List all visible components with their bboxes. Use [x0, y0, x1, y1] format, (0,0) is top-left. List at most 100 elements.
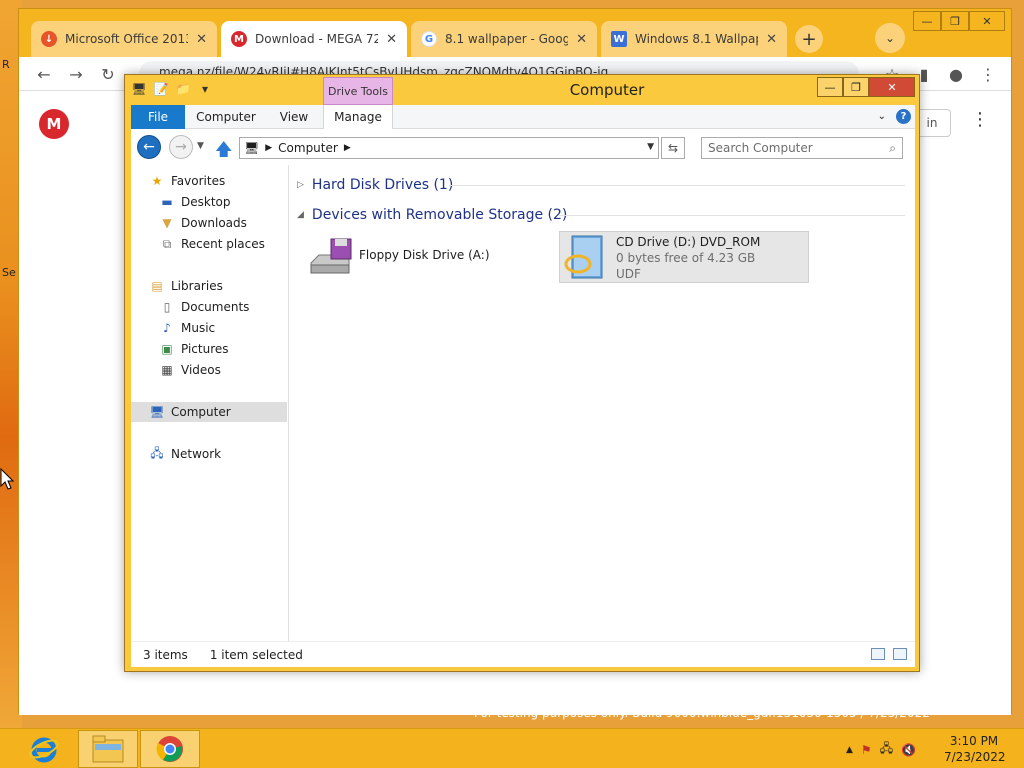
status-selection: 1 item selected	[209, 647, 303, 662]
close-icon[interactable]: ✕	[576, 32, 587, 47]
expand-ribbon-icon[interactable]: ⌄	[878, 111, 886, 122]
clock[interactable]: 3:10 PM 7/23/2022	[944, 733, 1006, 765]
nav-label: Pictures	[181, 342, 229, 356]
back-arrow-icon[interactable]: ←	[137, 135, 161, 159]
group-hard-disk-drives[interactable]: ▷ Hard Disk Drives (1)	[297, 175, 453, 195]
tab-view[interactable]: View	[269, 105, 319, 129]
close-icon[interactable]: ✕	[386, 32, 397, 47]
more-options-icon[interactable]: ⋮	[971, 109, 989, 130]
nav-item-computer[interactable]: 🖥 Computer	[131, 402, 287, 422]
chrome-tab-strip: ↓ Microsoft Office 2013 F ✕ M Download -…	[19, 9, 1011, 59]
refresh-icon[interactable]: ⇆	[661, 137, 685, 159]
forward-arrow-icon[interactable]: →	[169, 135, 193, 159]
tab-mega-download[interactable]: M Download - MEGA 72% ✕	[221, 21, 407, 57]
nav-item-pictures[interactable]: ▣ Pictures	[159, 339, 229, 359]
search-input[interactable]: Search Computer ⌕	[701, 137, 903, 159]
chrome-icon	[156, 736, 183, 762]
drive-cd[interactable]: CD Drive (D:) DVD_ROM 0 bytes free of 4.…	[559, 231, 809, 283]
group-label: Hard Disk Drives (1)	[311, 177, 454, 193]
clock-date: 7/23/2022	[944, 750, 1006, 764]
documents-icon: ▯	[163, 300, 171, 314]
address-history-icon[interactable]: ▼	[647, 142, 654, 152]
recent-locations-icon[interactable]: ▼	[197, 141, 204, 151]
internet-explorer-icon	[29, 737, 59, 763]
clock-time: 3:10 PM	[949, 734, 999, 748]
nav-item-desktop[interactable]: ▬ Desktop	[159, 192, 230, 212]
search-placeholder: Search Computer	[708, 141, 813, 155]
large-icons-view-icon[interactable]	[893, 648, 907, 660]
nav-item-recent-places[interactable]: ⧉ Recent places	[159, 234, 265, 254]
address-toolbar: ← → ▼ 🡅 🖥 ▶ Computer ▶ ▼ ⇆ Search Comput…	[131, 129, 915, 165]
file-explorer-icon	[92, 735, 124, 763]
chrome-close-button[interactable]: ✕	[969, 11, 1005, 31]
details-view-icon[interactable]	[871, 648, 885, 660]
tab-computer[interactable]: Computer	[191, 105, 261, 129]
tab-google-search[interactable]: G 8.1 wallpaper - Google ✕	[411, 21, 597, 57]
taskbar-internet-explorer[interactable]	[14, 730, 74, 768]
system-tray: ▲ ⚑ 🖧 🔇	[846, 739, 916, 760]
nav-item-downloads[interactable]: ▼ Downloads	[159, 213, 247, 233]
chrome-menu-icon[interactable]: ⋮	[977, 63, 999, 85]
status-item-count: 3 items	[143, 647, 188, 662]
forward-arrow-icon[interactable]: →	[65, 63, 87, 85]
profile-avatar-icon[interactable]: ●	[945, 63, 967, 85]
volume-muted-icon[interactable]: 🔇	[901, 743, 916, 757]
group-divider	[559, 215, 905, 216]
close-icon[interactable]: ✕	[766, 32, 777, 47]
network-icon: 🖧	[150, 445, 164, 460]
taskbar-chrome[interactable]	[140, 730, 200, 768]
desktop-icon-label[interactable]: R	[2, 58, 10, 71]
breadcrumb-computer[interactable]: Computer	[278, 141, 338, 155]
drive-floppy[interactable]: Floppy Disk Drive (A:)	[307, 233, 547, 283]
nav-label: Recent places	[181, 237, 265, 251]
up-arrow-icon[interactable]: 🡅	[215, 137, 232, 166]
expanded-triangle-icon: ◢	[297, 210, 304, 220]
google-icon: G	[421, 31, 437, 47]
explorer-maximize-button[interactable]: ❐	[843, 77, 869, 97]
desktop-icon: ▬	[161, 195, 173, 209]
tab-manage[interactable]: Manage	[323, 105, 393, 129]
breadcrumb-separator-icon[interactable]: ▶	[344, 143, 351, 153]
desktop-icon-label[interactable]: Se	[2, 266, 16, 279]
nav-item-network[interactable]: 🖧 Network	[149, 444, 221, 464]
back-arrow-icon[interactable]: ←	[33, 63, 55, 85]
explorer-minimize-button[interactable]: —	[817, 77, 843, 97]
tab-office-download[interactable]: ↓ Microsoft Office 2013 F ✕	[31, 21, 217, 57]
show-hidden-icons-icon[interactable]: ▲	[846, 745, 853, 755]
libraries-icon: ▤	[151, 279, 163, 293]
tab-search-button[interactable]: ⌄	[875, 23, 905, 53]
explorer-close-button[interactable]: ✕	[869, 77, 915, 97]
network-tray-icon[interactable]: 🖧	[880, 739, 893, 760]
help-icon[interactable]: ?	[896, 109, 911, 124]
mega-icon: M	[231, 31, 247, 47]
tab-title: 8.1 wallpaper - Google	[445, 32, 569, 46]
star-icon: ★	[151, 174, 163, 188]
chrome-minimize-button[interactable]: —	[913, 11, 941, 31]
ribbon-right-controls: ⌄ ?	[878, 109, 911, 124]
tab-windows-wallpaper[interactable]: W Windows 8.1 Wallpaper ✕	[601, 21, 787, 57]
breadcrumb-separator-icon[interactable]: ▶	[265, 143, 272, 153]
new-tab-button[interactable]: +	[795, 25, 823, 53]
nav-item-libraries[interactable]: ▤ Libraries	[149, 276, 223, 296]
chrome-maximize-button[interactable]: ❐	[941, 11, 969, 31]
downloads-folder-icon: ▼	[162, 216, 172, 230]
nav-label: Libraries	[171, 279, 223, 293]
action-center-icon[interactable]: ⚑	[861, 743, 872, 757]
nav-label: Network	[171, 447, 222, 461]
nav-item-music[interactable]: ♪ Music	[159, 318, 215, 338]
nav-item-videos[interactable]: ▦ Videos	[159, 360, 221, 380]
nav-item-documents[interactable]: ▯ Documents	[159, 297, 250, 317]
group-removable-storage[interactable]: ◢ Devices with Removable Storage (2)	[297, 205, 567, 225]
cd-drive-icon	[564, 235, 603, 279]
nav-item-favorites[interactable]: ★ Favorites	[149, 171, 226, 191]
videos-icon: ▦	[161, 363, 173, 377]
close-icon[interactable]: ✕	[196, 32, 207, 47]
reload-icon[interactable]: ↻	[97, 63, 119, 85]
explorer-titlebar[interactable]: 🖥 📝 📁 ▾ Drive Tools Computer — ❐ ✕	[125, 75, 919, 105]
mega-logo[interactable]: M	[39, 109, 69, 139]
status-bar: 3 items 1 item selected	[131, 641, 915, 667]
explorer-address-field[interactable]: 🖥 ▶ Computer ▶ ▼	[239, 137, 659, 159]
collapsed-triangle-icon: ▷	[297, 180, 304, 190]
tab-file[interactable]: File	[131, 105, 185, 129]
taskbar-file-explorer[interactable]	[78, 730, 138, 768]
